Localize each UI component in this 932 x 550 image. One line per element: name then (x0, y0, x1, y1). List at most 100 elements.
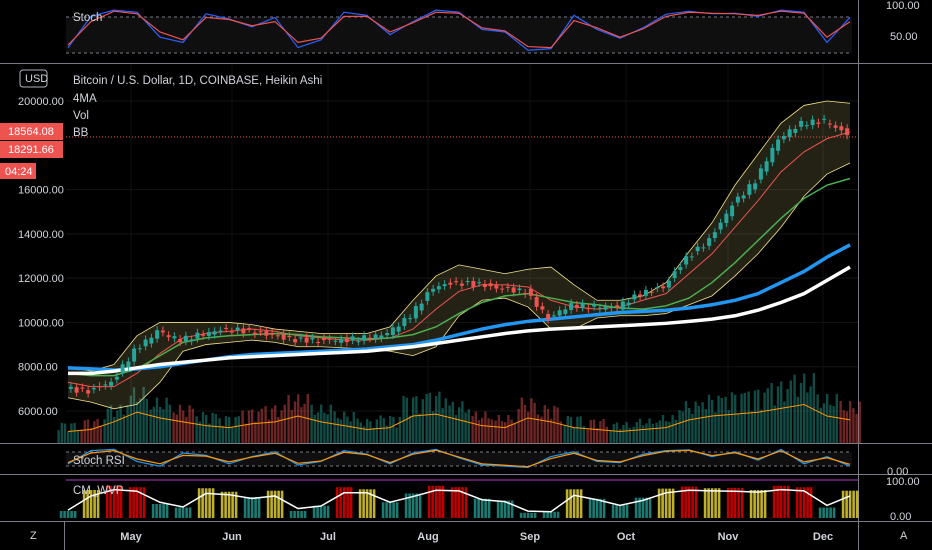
wvp-bar (519, 512, 523, 518)
candle-body (477, 282, 482, 284)
volume-bar (688, 407, 691, 443)
candle-body (724, 213, 729, 223)
candle-body (580, 303, 585, 308)
wvp-bar (526, 512, 530, 518)
volume-bar (458, 407, 461, 443)
indicator-vol: Vol (73, 110, 89, 122)
candle-body (494, 285, 499, 289)
volume-bar (395, 427, 398, 443)
wvp-bar (809, 487, 813, 518)
volume-bar (441, 407, 444, 443)
candle-body (201, 334, 206, 336)
candle-body (597, 307, 602, 309)
wvp-bar (220, 491, 224, 518)
wvp-bar (211, 488, 215, 518)
time-tick-jul: Jul (320, 531, 336, 543)
timezone-label: Z (30, 530, 37, 542)
wvp-bar (266, 490, 270, 518)
candle-body (224, 327, 229, 329)
wvp-bar (634, 497, 638, 518)
volume-bar (346, 416, 349, 443)
wvp-bar (487, 498, 491, 518)
volume-bar (773, 405, 776, 443)
volume-bar (76, 430, 79, 443)
wvp-bar (388, 502, 392, 518)
volume-bar (681, 411, 684, 443)
volume-bar (642, 425, 645, 443)
volume-bar (152, 406, 155, 443)
wvp-bar (671, 488, 675, 518)
candle-body (718, 222, 723, 230)
wvp-bar (687, 486, 691, 518)
wvp-bar (707, 488, 710, 518)
volume-bar (658, 420, 661, 443)
wvp-bar (381, 502, 385, 518)
wvp-bar (392, 502, 395, 518)
volume-bar (665, 421, 668, 443)
volume-bar (185, 416, 188, 443)
volume-bar (589, 420, 592, 443)
volume-bar (326, 414, 329, 443)
wvp-bar (174, 507, 178, 518)
volume-bar (569, 417, 573, 443)
candle-body (511, 287, 516, 293)
candle-body (172, 336, 177, 339)
wvp-bar (254, 497, 257, 518)
volume-bar (622, 425, 625, 443)
wvp-bar (404, 493, 408, 518)
volume-bar (556, 407, 559, 443)
wvp-bar (622, 504, 625, 518)
wvp-bar (277, 490, 280, 518)
candle-body (218, 330, 223, 332)
volume-bar (428, 392, 431, 443)
candle-body (390, 327, 395, 336)
volume-bar (90, 427, 93, 443)
volume-bar (586, 429, 589, 443)
candle-body (80, 387, 85, 389)
candle-body (189, 339, 194, 342)
volume-bar (678, 410, 681, 443)
volume-bar (789, 380, 792, 443)
wvp-bar (829, 507, 832, 518)
wvp-bar (473, 498, 477, 518)
volume-bar (251, 409, 254, 443)
volume-bar (651, 423, 654, 443)
currency-button[interactable]: USD (19, 69, 48, 88)
auto-scale-button[interactable]: A (900, 530, 908, 542)
wvp-bar (533, 512, 537, 518)
candle-body (270, 332, 275, 335)
wvp-bar (480, 498, 484, 518)
wvp-bar (280, 490, 284, 518)
volume-bar (487, 418, 490, 443)
volume-bar (816, 394, 819, 443)
price-chart[interactable]: Stoch 100.00 50.00 6000.00 8000.00 10000.0… (0, 0, 932, 550)
candle-body (459, 283, 464, 286)
wvp-bar (553, 511, 556, 518)
wvp-tick-0: 0.00 (890, 511, 911, 523)
timezone-button[interactable]: Z (30, 530, 37, 542)
wvp-bar (178, 507, 181, 518)
wvp-bar (128, 487, 132, 518)
volume-bar (668, 422, 671, 443)
wvp-bar (733, 487, 737, 518)
volume-bar (359, 422, 362, 443)
candle-body (574, 304, 579, 308)
price-tick-12000: 12000.00 (18, 273, 64, 285)
wvp-bar (227, 491, 231, 518)
last-price-tag: 18564.08 (8, 126, 54, 138)
wvp-bar (576, 489, 579, 518)
volume-bar (320, 404, 323, 443)
volume-bar (418, 413, 421, 443)
volume-bar (743, 393, 746, 443)
wvp-bar (158, 504, 162, 518)
volume-bar (96, 418, 99, 443)
volume-bar (86, 419, 90, 443)
volume-bar (270, 408, 274, 443)
volume-bar (694, 401, 697, 443)
wvp-bar (162, 504, 165, 518)
candle-body (666, 280, 671, 288)
wvp-bar (618, 504, 622, 518)
volume-bar (231, 427, 234, 443)
volume-bar (605, 426, 608, 443)
wvp-bar (418, 493, 422, 518)
